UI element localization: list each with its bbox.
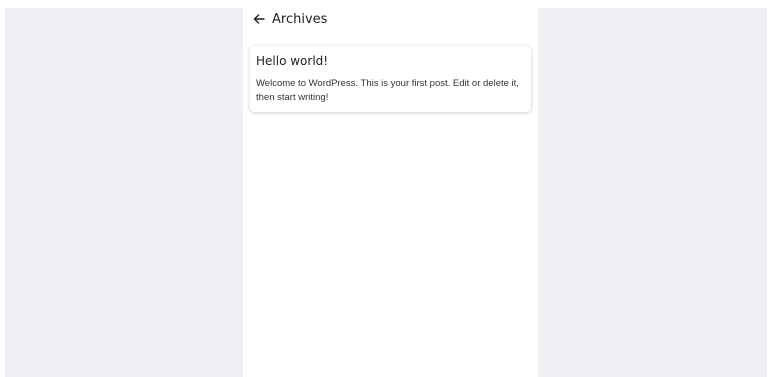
post-excerpt: Welcome to WordPress. This is your first… bbox=[256, 78, 519, 103]
arrow-left-icon[interactable] bbox=[252, 12, 266, 26]
page-title: Archives bbox=[272, 11, 328, 27]
right-gutter bbox=[538, 8, 767, 377]
archives-panel: Archives Hello world! Welcome to WordPre… bbox=[243, 0, 538, 377]
post-title[interactable]: Hello world! bbox=[256, 54, 328, 68]
app-viewport: Archives Hello world! Welcome to WordPre… bbox=[0, 0, 769, 377]
left-gutter bbox=[5, 8, 243, 377]
page-header: Archives bbox=[252, 9, 327, 29]
post-card[interactable]: Hello world! Welcome to WordPress. This … bbox=[250, 46, 531, 112]
